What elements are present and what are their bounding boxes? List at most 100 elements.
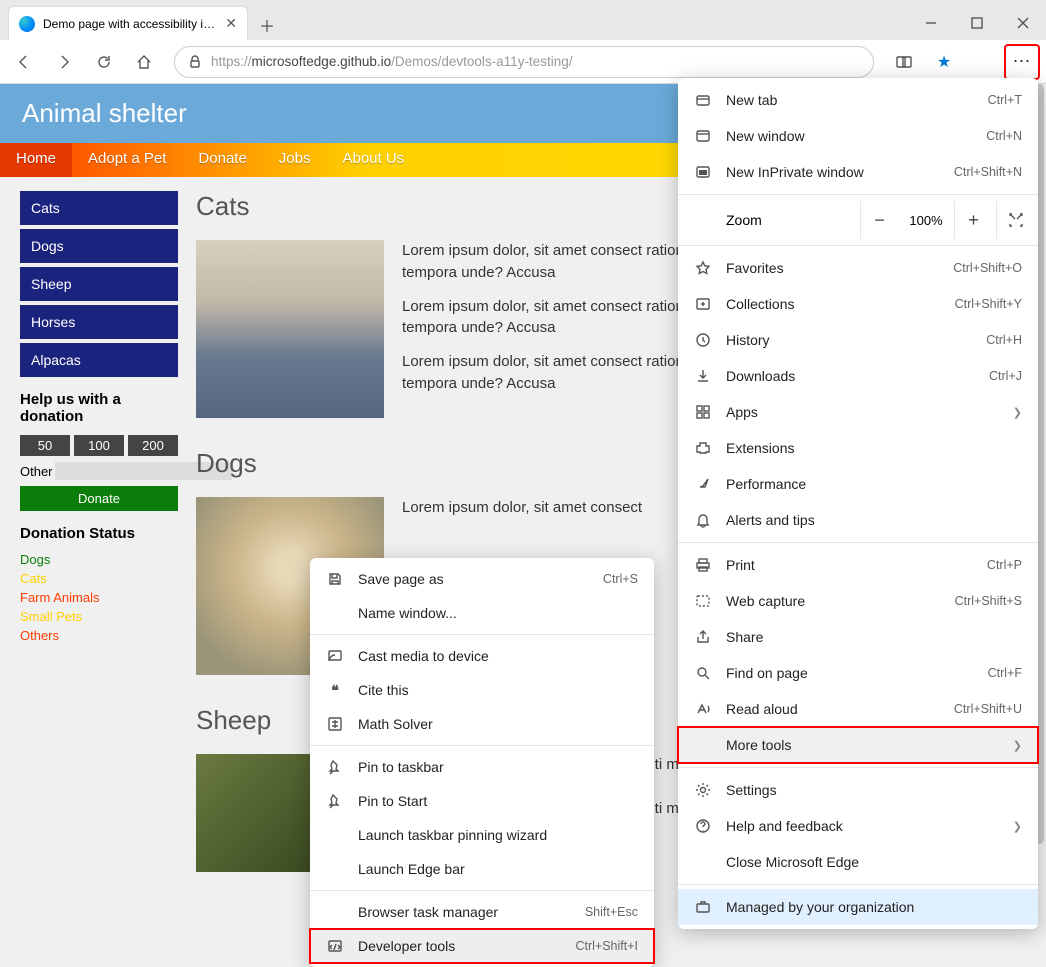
amount-100[interactable]: 100 xyxy=(74,435,124,456)
menu-capture[interactable]: Web captureCtrl+Shift+S xyxy=(678,583,1038,619)
menu-managed[interactable]: Managed by your organization xyxy=(678,889,1038,925)
menu-favorites[interactable]: FavoritesCtrl+Shift+O xyxy=(678,250,1038,286)
menu-new-window[interactable]: New windowCtrl+N xyxy=(678,118,1038,154)
submenu-save-page[interactable]: Save page asCtrl+S xyxy=(310,562,654,596)
briefcase-icon xyxy=(694,898,712,916)
menu-inprivate[interactable]: New InPrivate windowCtrl+Shift+N xyxy=(678,154,1038,190)
menu-print[interactable]: PrintCtrl+P xyxy=(678,547,1038,583)
window-icon xyxy=(694,127,712,145)
fullscreen-button[interactable] xyxy=(996,201,1034,239)
menu-alerts[interactable]: Alerts and tips xyxy=(678,502,1038,538)
capture-icon xyxy=(694,592,712,610)
menu-apps[interactable]: Apps❯ xyxy=(678,394,1038,430)
submenu-launch-wizard[interactable]: Launch taskbar pinning wizard xyxy=(310,818,654,852)
favicon xyxy=(19,16,35,32)
forward-button[interactable] xyxy=(46,44,82,80)
menu-zoom: Zoom − 100% + xyxy=(678,199,1038,241)
save-icon xyxy=(326,570,344,588)
favorite-star-icon[interactable]: ★ xyxy=(926,44,962,80)
submenu-task-manager[interactable]: Browser task managerShift+Esc xyxy=(310,895,654,929)
submenu-developer-tools[interactable]: Developer toolsCtrl+Shift+I xyxy=(310,929,654,963)
cat-image xyxy=(196,240,384,418)
status-small[interactable]: Small Pets xyxy=(20,609,178,624)
menu-downloads[interactable]: DownloadsCtrl+J xyxy=(678,358,1038,394)
menu-share[interactable]: Share xyxy=(678,619,1038,655)
settings-more-button[interactable]: ⋯ xyxy=(1004,44,1040,80)
menu-performance[interactable]: Performance xyxy=(678,466,1038,502)
translate-icon[interactable] xyxy=(886,44,922,80)
submenu-name-window[interactable]: Name window... xyxy=(310,596,654,630)
submenu-cite[interactable]: ❝Cite this xyxy=(310,673,654,707)
lock-icon xyxy=(187,54,203,70)
tab-title: Demo page with accessibility issues xyxy=(43,17,217,31)
menu-collections[interactable]: CollectionsCtrl+Shift+Y xyxy=(678,286,1038,322)
status-others[interactable]: Others xyxy=(20,628,178,643)
history-icon xyxy=(694,331,712,349)
close-tab-icon[interactable]: ✕ xyxy=(225,15,237,32)
address-bar[interactable]: https://microsoftedge.github.io/Demos/de… xyxy=(174,46,874,78)
amount-50[interactable]: 50 xyxy=(20,435,70,456)
window-controls xyxy=(908,6,1046,40)
titlebar: Demo page with accessibility issues ✕ ＋ xyxy=(0,0,1046,40)
download-icon xyxy=(694,367,712,385)
amount-200[interactable]: 200 xyxy=(128,435,178,456)
menu-help[interactable]: Help and feedback❯ xyxy=(678,808,1038,844)
inprivate-icon xyxy=(694,163,712,181)
nav-donate[interactable]: Donate xyxy=(182,143,262,177)
new-tab-button[interactable]: ＋ xyxy=(252,10,282,40)
menu-find[interactable]: Find on pageCtrl+F xyxy=(678,655,1038,691)
minimize-button[interactable] xyxy=(908,6,954,40)
menu-history[interactable]: HistoryCtrl+H xyxy=(678,322,1038,358)
status-dogs[interactable]: Dogs xyxy=(20,552,178,567)
share-icon xyxy=(694,628,712,646)
nav-about[interactable]: About Us xyxy=(326,143,420,177)
zoom-out-button[interactable]: − xyxy=(860,201,898,239)
menu-more-tools[interactable]: More tools❯ xyxy=(678,727,1038,763)
sidebar-cats[interactable]: Cats xyxy=(20,191,178,225)
bell-icon xyxy=(694,511,712,529)
menu-read-aloud[interactable]: Read aloudCtrl+Shift+U xyxy=(678,691,1038,727)
url-text: https://microsoftedge.github.io/Demos/de… xyxy=(211,54,572,69)
chevron-right-icon: ❯ xyxy=(1013,820,1022,833)
submenu-launch-edgebar[interactable]: Launch Edge bar xyxy=(310,852,654,886)
browser-tab[interactable]: Demo page with accessibility issues ✕ xyxy=(8,6,248,40)
settings-menu: New tabCtrl+T New windowCtrl+N New InPri… xyxy=(678,78,1038,929)
status-cats[interactable]: Cats xyxy=(20,571,178,586)
menu-new-tab[interactable]: New tabCtrl+T xyxy=(678,82,1038,118)
zoom-in-button[interactable]: + xyxy=(954,201,992,239)
nav-home[interactable]: Home xyxy=(0,143,72,177)
maximize-button[interactable] xyxy=(954,6,1000,40)
home-button[interactable] xyxy=(126,44,162,80)
close-window-button[interactable] xyxy=(1000,6,1046,40)
math-icon xyxy=(326,715,344,733)
menu-settings[interactable]: Settings xyxy=(678,772,1038,808)
chevron-right-icon: ❯ xyxy=(1013,406,1022,419)
menu-extensions[interactable]: Extensions xyxy=(678,430,1038,466)
star-icon xyxy=(694,259,712,277)
extensions-icon xyxy=(694,439,712,457)
other-label: Other xyxy=(20,464,53,479)
donate-button[interactable]: Donate xyxy=(20,486,178,511)
status-farm[interactable]: Farm Animals xyxy=(20,590,178,605)
nav-jobs[interactable]: Jobs xyxy=(263,143,327,177)
submenu-pin-start[interactable]: Pin to Start xyxy=(310,784,654,818)
pin-icon xyxy=(326,792,344,810)
sheep-image xyxy=(196,754,314,872)
menu-close-edge[interactable]: Close Microsoft Edge xyxy=(678,844,1038,880)
search-icon xyxy=(694,664,712,682)
tab-icon xyxy=(694,91,712,109)
nav-adopt[interactable]: Adopt a Pet xyxy=(72,143,182,177)
donation-heading: Help us with a donation xyxy=(20,391,178,425)
back-button[interactable] xyxy=(6,44,42,80)
sidebar-sheep[interactable]: Sheep xyxy=(20,267,178,301)
status-heading: Donation Status xyxy=(20,525,178,542)
submenu-pin-taskbar[interactable]: Pin to taskbar xyxy=(310,750,654,784)
zoom-level: 100% xyxy=(902,213,950,228)
help-icon xyxy=(694,817,712,835)
refresh-button[interactable] xyxy=(86,44,122,80)
sidebar-alpacas[interactable]: Alpacas xyxy=(20,343,178,377)
sidebar-dogs[interactable]: Dogs xyxy=(20,229,178,263)
sidebar-horses[interactable]: Horses xyxy=(20,305,178,339)
submenu-cast[interactable]: Cast media to device xyxy=(310,639,654,673)
submenu-math[interactable]: Math Solver xyxy=(310,707,654,741)
